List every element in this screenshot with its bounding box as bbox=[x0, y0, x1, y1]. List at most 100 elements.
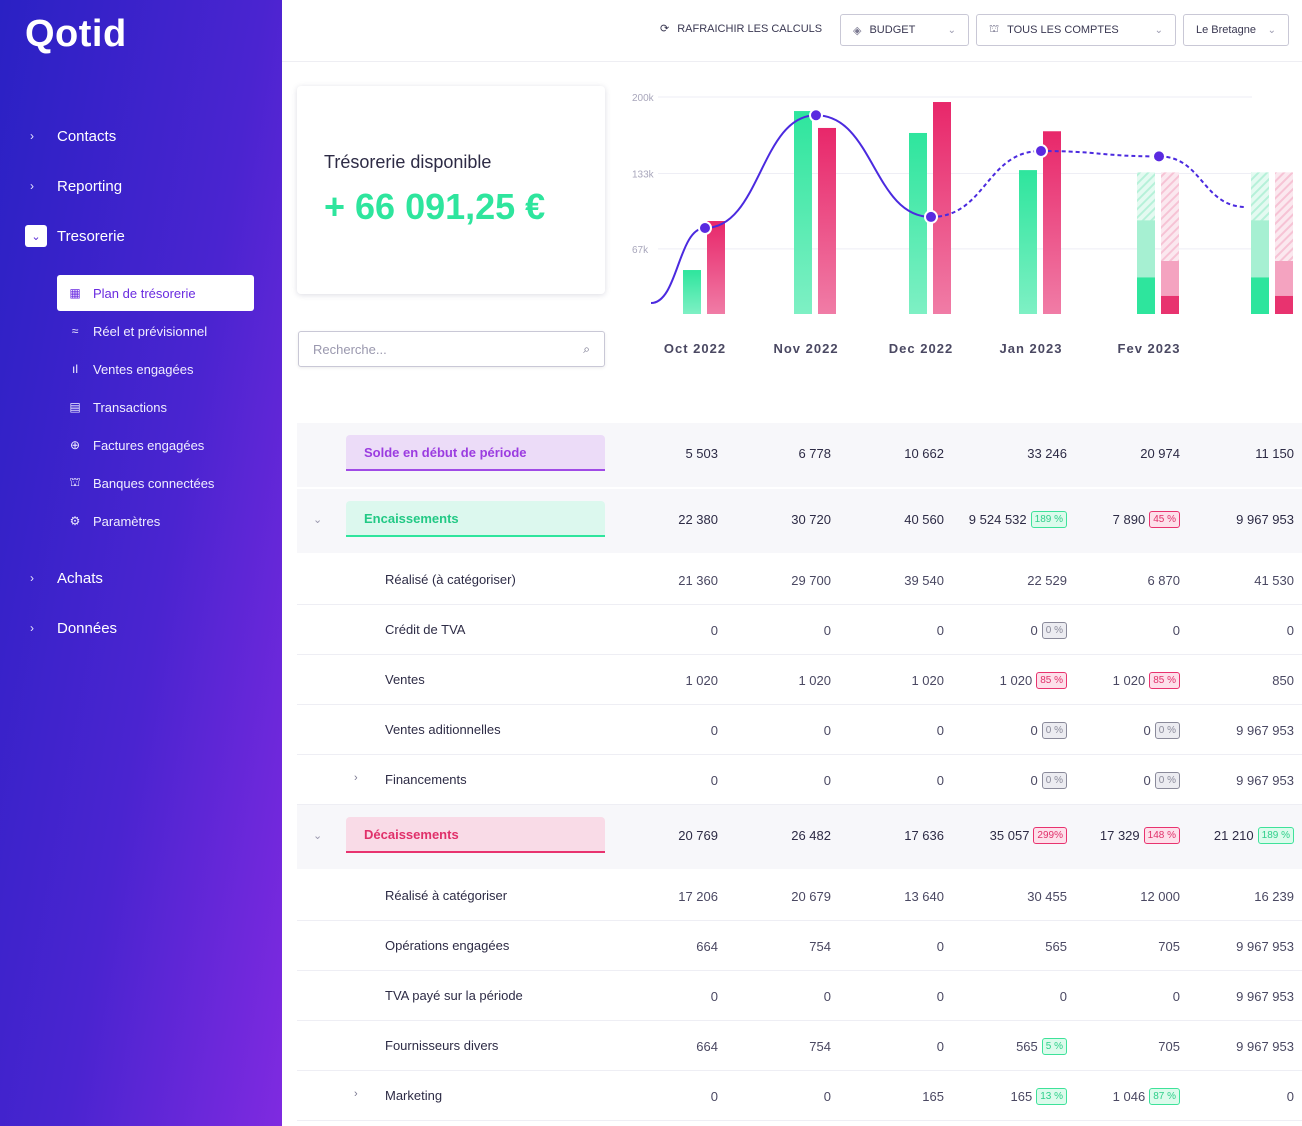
table-cell: 13 640 bbox=[904, 886, 944, 906]
expense-bar bbox=[933, 102, 951, 314]
y-tick-label: 67k bbox=[632, 245, 649, 256]
table-cell: 9 967 953 bbox=[1236, 1036, 1294, 1056]
table-row: Ventes 1 020 1 020 1 020 1 020 85 % 1 020 85 % 8… bbox=[297, 655, 1302, 705]
cell-value: 0 bbox=[1172, 622, 1180, 638]
table-cell: 0 bbox=[937, 770, 944, 790]
cell-value: 0 bbox=[936, 772, 944, 788]
table-cell: 30 720 bbox=[791, 509, 831, 529]
grid-icon: ▦ bbox=[69, 286, 81, 300]
nav-achats[interactable]: › Achats bbox=[0, 563, 282, 593]
table-row: Réalisé à catégoriser 17 206 20 679 13 640 3… bbox=[297, 871, 1302, 921]
chevron-down-icon[interactable]: ⌄ bbox=[313, 513, 322, 526]
budget-select[interactable]: ◈ BUDGET ⌄ bbox=[840, 14, 969, 46]
cell-value: 1 020 bbox=[911, 672, 944, 688]
nav-donnees[interactable]: › Données bbox=[0, 613, 282, 643]
subnav-label: Réel et prévisionnel bbox=[93, 323, 208, 339]
income-bar bbox=[1251, 277, 1269, 314]
cell-value: 0 bbox=[1030, 622, 1038, 638]
cell-value: 0 bbox=[1286, 1088, 1294, 1104]
percent-badge: 45 % bbox=[1149, 510, 1180, 528]
cell-value: 22 529 bbox=[1027, 572, 1067, 588]
cell-value: 0 bbox=[823, 1088, 831, 1104]
search-input[interactable]: Recherche... ⌕ bbox=[298, 331, 605, 367]
row-label: Fournisseurs divers bbox=[385, 1038, 499, 1053]
group-row: Solde en début de période 5 503 6 778 10 66… bbox=[297, 423, 1302, 489]
nav-label: Reporting bbox=[57, 177, 123, 195]
table-cell: 7 890 45 % bbox=[1113, 509, 1180, 529]
table-row: Opérations engagées 664 754 0 565 705 9 967 95… bbox=[297, 921, 1302, 971]
table-cell: 33 246 bbox=[1027, 443, 1067, 463]
cell-value: 12 000 bbox=[1140, 888, 1180, 904]
subnav-item[interactable]: ≈ Réel et prévisionnel bbox=[57, 313, 254, 349]
cell-value: 0 bbox=[710, 988, 718, 1004]
company-select[interactable]: Le Bretagne ⌄ bbox=[1183, 14, 1289, 46]
bank-icon: ⛫ bbox=[69, 475, 81, 489]
cell-value: 705 bbox=[1158, 938, 1180, 954]
subnav-item[interactable]: ⛫ Banques connectées bbox=[57, 465, 254, 501]
income-bar bbox=[683, 270, 701, 314]
balance-point bbox=[809, 108, 823, 123]
layers-icon: ◈ bbox=[853, 24, 862, 37]
subnav-item[interactable]: ıl Ventes engagées bbox=[57, 351, 254, 387]
row-label: Ventes aditionnelles bbox=[385, 722, 501, 737]
cell-value: 17 206 bbox=[678, 888, 718, 904]
nav-label: Tresorerie bbox=[57, 227, 125, 245]
chevron-right-icon[interactable]: › bbox=[354, 772, 358, 784]
nav-contacts[interactable]: › Contacts bbox=[0, 121, 282, 151]
income-bar bbox=[1019, 170, 1037, 314]
table-cell: 12 000 bbox=[1140, 886, 1180, 906]
cell-value: 17 329 bbox=[1099, 827, 1140, 843]
accounts-select[interactable]: ⛫ TOUS LES COMPTES ⌄ bbox=[976, 14, 1176, 46]
row-label: TVA payé sur la période bbox=[385, 988, 523, 1003]
group-row: ⌄ Encaissements 22 380 30 720 40 560 9 524 53… bbox=[297, 489, 1302, 555]
subnav-item[interactable]: ⚙ Paramètres bbox=[57, 503, 254, 539]
cell-value: 0 bbox=[823, 772, 831, 788]
x-tick-label: Jan 2023 bbox=[1000, 341, 1063, 356]
refresh-calculations-button[interactable]: ⟳ RAFRAICHIR LES CALCULS bbox=[660, 22, 822, 36]
cell-value: 16 239 bbox=[1254, 888, 1294, 904]
nav-tresorerie[interactable]: ⌄ Tresorerie bbox=[0, 221, 282, 251]
cell-value: 0 bbox=[936, 1038, 944, 1054]
table-cell: 0 bbox=[824, 1086, 831, 1106]
cell-value: 11 150 bbox=[1255, 445, 1294, 461]
table-row: Crédit de TVA 0 0 0 0 0 % 0 0 bbox=[297, 605, 1302, 655]
chevron-down-icon[interactable]: ⌄ bbox=[313, 829, 322, 842]
cell-value: 565 bbox=[1045, 938, 1067, 954]
search-placeholder: Recherche... bbox=[313, 341, 387, 357]
chevron-right-icon: › bbox=[30, 179, 34, 193]
table-cell: 1 020 85 % bbox=[1113, 670, 1180, 690]
percent-badge: 0 % bbox=[1041, 771, 1067, 789]
chevron-down-icon: ⌄ bbox=[1154, 24, 1163, 36]
chevron-right-icon: › bbox=[30, 571, 34, 585]
company-label: Le Bretagne bbox=[1196, 24, 1256, 36]
table-cell: 30 455 bbox=[1027, 886, 1067, 906]
cell-value: 9 967 953 bbox=[1236, 938, 1294, 954]
table-cell: 0 bbox=[824, 720, 831, 740]
cashflow-chart: 200k 133k 67k Oct 2022 Nov 2022 Dec 2022 Jan 2… bbox=[632, 93, 1293, 356]
nav-reporting[interactable]: › Reporting bbox=[0, 171, 282, 201]
cell-value: 20 769 bbox=[678, 827, 718, 843]
cell-value: 0 bbox=[1143, 722, 1151, 738]
subnav-item[interactable]: ⊕ Factures engagées bbox=[57, 427, 254, 463]
percent-badge: 189 % bbox=[1257, 826, 1294, 844]
chevron-right-icon[interactable]: › bbox=[354, 1088, 358, 1100]
cell-value: 664 bbox=[696, 938, 718, 954]
row-label: Réalisé (à catégoriser) bbox=[385, 572, 516, 587]
cell-value: 1 046 bbox=[1112, 1088, 1146, 1104]
x-tick-label: Oct 2022 bbox=[664, 341, 726, 356]
table-cell: 9 524 532 189 % bbox=[969, 509, 1067, 529]
table-cell: 6 778 bbox=[798, 443, 831, 463]
bar-chart-icon: ıl bbox=[72, 362, 78, 376]
subnav-label: Transactions bbox=[93, 399, 167, 415]
table-cell: 00 % bbox=[1031, 720, 1067, 740]
table-row: Fournisseurs divers 664 754 0 565 5 % 705 9 967… bbox=[297, 1021, 1302, 1071]
cell-value: 9 967 953 bbox=[1236, 988, 1294, 1004]
subnav-item[interactable]: ▦ Plan de trésorerie bbox=[57, 275, 254, 311]
cell-value: 1 020 bbox=[1112, 672, 1146, 688]
cell-value: 0 bbox=[823, 722, 831, 738]
table-cell: 0 bbox=[1060, 986, 1067, 1006]
cell-value: 0 bbox=[1286, 622, 1294, 638]
cell-value: 9 967 953 bbox=[1236, 772, 1294, 788]
table-cell: 17 636 bbox=[904, 825, 944, 845]
subnav-item[interactable]: ▤ Transactions bbox=[57, 389, 254, 425]
